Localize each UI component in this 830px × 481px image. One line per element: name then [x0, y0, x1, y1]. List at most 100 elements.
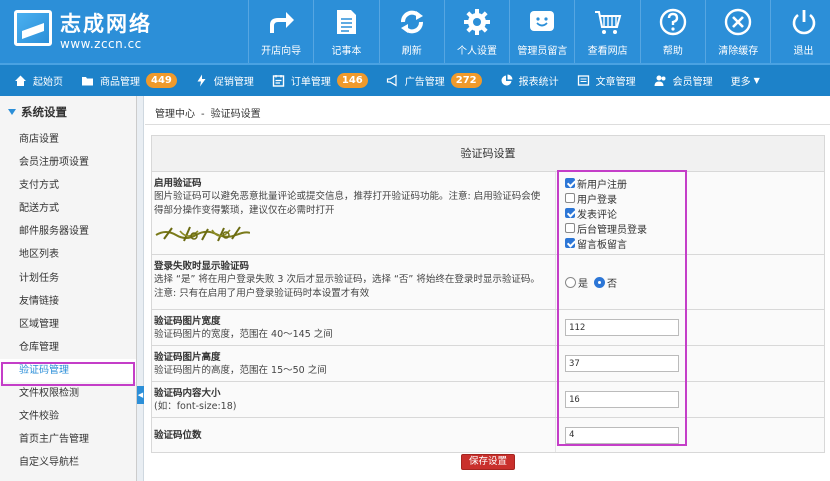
topnav-setup-wizard[interactable]: 开店向导	[248, 0, 313, 63]
checkbox-admin-login[interactable]: 后台管理员登录	[565, 221, 824, 236]
sidebar-item-friend-links[interactable]: 友情链接	[0, 290, 136, 313]
nav-more[interactable]: 更多 ▼	[717, 65, 764, 96]
setting-description: 选择 “是” 将在用户登录失败 3 次后才显示验证码，选择 “否” 将始终在登录…	[154, 274, 540, 299]
sidebar-heading-label: 系统设置	[21, 105, 67, 119]
nav-products[interactable]: 商品管理 449	[67, 65, 181, 96]
captcha-settings-form: 验证码设置 启用验证码 图片验证码可以避免恶意批量评论或提交信息，推荐打开验证码…	[151, 135, 825, 453]
captcha-digits-input[interactable]	[565, 426, 679, 444]
sidebar-item-areas[interactable]: 区域管理	[0, 313, 136, 336]
setting-row-digits: 验证码位数	[152, 418, 824, 452]
count-badge: 449	[146, 73, 177, 88]
breadcrumb-root[interactable]: 管理中心	[155, 109, 195, 120]
setting-label: 启用验证码	[154, 178, 202, 189]
sidebar-item-file-check[interactable]: 文件校验	[0, 405, 136, 428]
sidebar-item-payment[interactable]: 支付方式	[0, 174, 136, 197]
topnav-view-store[interactable]: 查看网店	[574, 0, 639, 63]
triangle-down-icon	[8, 109, 16, 115]
nav-label: 会员管理	[672, 77, 713, 88]
sidebar-item-home-ads[interactable]: 首页主广告管理	[0, 428, 136, 451]
radio-dot[interactable]	[565, 276, 576, 288]
nav-ads[interactable]: 广告管理 272	[372, 65, 486, 96]
main-nav: 起始页 商品管理 449 促销管理 订单管理 146 广告管理 272 报表统计…	[0, 63, 830, 96]
sidebar-item-registration-fields[interactable]: 会员注册项设置	[0, 151, 136, 174]
nav-promotions[interactable]: 促销管理	[181, 65, 258, 96]
checkbox-post-comment[interactable]: 发表评论	[565, 206, 824, 221]
setting-label: 验证码位数	[154, 430, 202, 442]
checkbox-box[interactable]	[565, 223, 575, 233]
save-button[interactable]: 保存设置	[461, 454, 515, 470]
sidebar-item-cron[interactable]: 计划任务	[0, 267, 136, 290]
count-badge: 272	[450, 73, 482, 88]
topnav-label: 刷新	[401, 46, 422, 57]
captcha-width-input[interactable]	[565, 319, 679, 336]
sidebar-item-file-permissions[interactable]: 文件权限检测	[0, 382, 136, 405]
breadcrumb-separator: -	[201, 109, 205, 120]
sidebar-heading[interactable]: 系统设置	[0, 96, 136, 128]
pie-chart-icon	[501, 74, 513, 86]
setting-row-font-size: 验证码内容大小 (如：font-size:18)	[152, 382, 824, 418]
collapse-arrow-icon[interactable]: ◀	[137, 386, 144, 404]
captcha-font-size-input[interactable]	[565, 391, 679, 408]
sidebar-item-custom-nav[interactable]: 自定义导航栏	[0, 451, 136, 474]
share-arrow-icon	[270, 12, 295, 33]
logo-mark-icon	[14, 10, 52, 46]
megaphone-icon	[386, 74, 397, 87]
checkbox-label: 留言板留言	[577, 239, 627, 251]
lightning-icon	[197, 74, 206, 87]
checkbox-box[interactable]	[565, 208, 575, 218]
topnav-personal-settings[interactable]: 个人设置	[443, 0, 509, 63]
topnav-logout[interactable]: 退出	[770, 0, 830, 63]
checkbox-label: 后台管理员登录	[577, 224, 647, 236]
sidebar-item-mail-server[interactable]: 邮件服务器设置	[0, 220, 136, 243]
setting-row-height: 验证码图片高度 验证码图片的高度，范围在 15～50 之间	[152, 346, 824, 382]
sidebar-item-regions[interactable]: 地区列表	[0, 243, 136, 266]
checkbox-label: 新用户注册	[577, 179, 627, 191]
gear-icon	[464, 9, 491, 35]
captcha-image	[154, 220, 251, 245]
top-header: 志成网络 www.zccn.cc 开店向导 记事本 刷新 个人设置 管理员留言 …	[0, 0, 830, 63]
topnav-refresh[interactable]: 刷新	[378, 0, 444, 63]
sidebar-item-captcha[interactable]: 验证码管理	[0, 358, 136, 383]
checkbox-guestbook[interactable]: 留言板留言	[565, 236, 824, 251]
checkbox-box[interactable]	[565, 193, 575, 203]
captcha-height-input[interactable]	[565, 355, 679, 372]
checkbox-new-user-register[interactable]: 新用户注册	[565, 176, 824, 191]
topnav-notepad[interactable]: 记事本	[313, 0, 378, 63]
nav-members[interactable]: 会员管理	[640, 65, 717, 96]
setting-label: 验证码图片宽度	[154, 316, 221, 327]
nav-label: 订单管理	[290, 77, 331, 88]
checkbox-box[interactable]	[565, 178, 575, 188]
main-content: 管理中心 - 验证码设置 验证码设置 启用验证码 图片验证码可以避免恶意批量评论或提…	[145, 96, 830, 481]
logo[interactable]: 志成网络 www.zccn.cc	[12, 6, 202, 56]
radio-yes[interactable]: 是	[565, 275, 588, 290]
topnav-admin-messages[interactable]: 管理员留言	[509, 0, 574, 63]
nav-orders[interactable]: 订单管理 146	[258, 65, 372, 96]
radio-dot[interactable]	[594, 276, 605, 288]
nav-reports[interactable]: 报表统计	[486, 65, 563, 96]
topnav-label: 管理员留言	[517, 46, 568, 57]
breadcrumb: 管理中心 - 验证码设置	[155, 105, 261, 120]
cart-icon	[594, 11, 621, 34]
logo-title: 志成网络	[60, 11, 152, 36]
setting-row-login-fail: 登录失败时显示验证码 选择 “是” 将在用户登录失败 3 次后才显示验证码，选择…	[152, 255, 824, 310]
checkbox-box[interactable]	[565, 238, 575, 248]
topnav-help[interactable]: 帮助	[639, 0, 705, 63]
breadcrumb-current: 验证码设置	[210, 109, 261, 120]
nav-label: 报表统计	[518, 77, 559, 88]
close-circle-icon	[725, 8, 752, 36]
nav-articles[interactable]: 文章管理	[563, 65, 640, 96]
sidebar-item-shipping[interactable]: 配送方式	[0, 197, 136, 220]
members-icon	[654, 75, 666, 86]
topnav-clear-cache[interactable]: 清除缓存	[705, 0, 770, 63]
setting-description: 验证码图片的高度，范围在 15～50 之间	[154, 365, 327, 377]
setting-row-width: 验证码图片宽度 验证码图片的宽度，范围在 40～145 之间	[152, 310, 824, 346]
radio-no[interactable]: 否	[594, 275, 617, 290]
sidebar-item-shop-settings[interactable]: 商店设置	[0, 128, 136, 151]
logo-url: www.zccn.cc	[60, 37, 142, 51]
sidebar-item-warehouses[interactable]: 仓库管理	[0, 336, 136, 359]
checkbox-user-login[interactable]: 用户登录	[565, 191, 824, 206]
top-nav: 开店向导 记事本 刷新 个人设置 管理员留言 查看网店 帮助 清除缓存 退出	[248, 0, 830, 63]
order-icon	[272, 75, 285, 87]
nav-home[interactable]: 起始页	[0, 65, 67, 96]
notepad-icon	[337, 10, 357, 34]
